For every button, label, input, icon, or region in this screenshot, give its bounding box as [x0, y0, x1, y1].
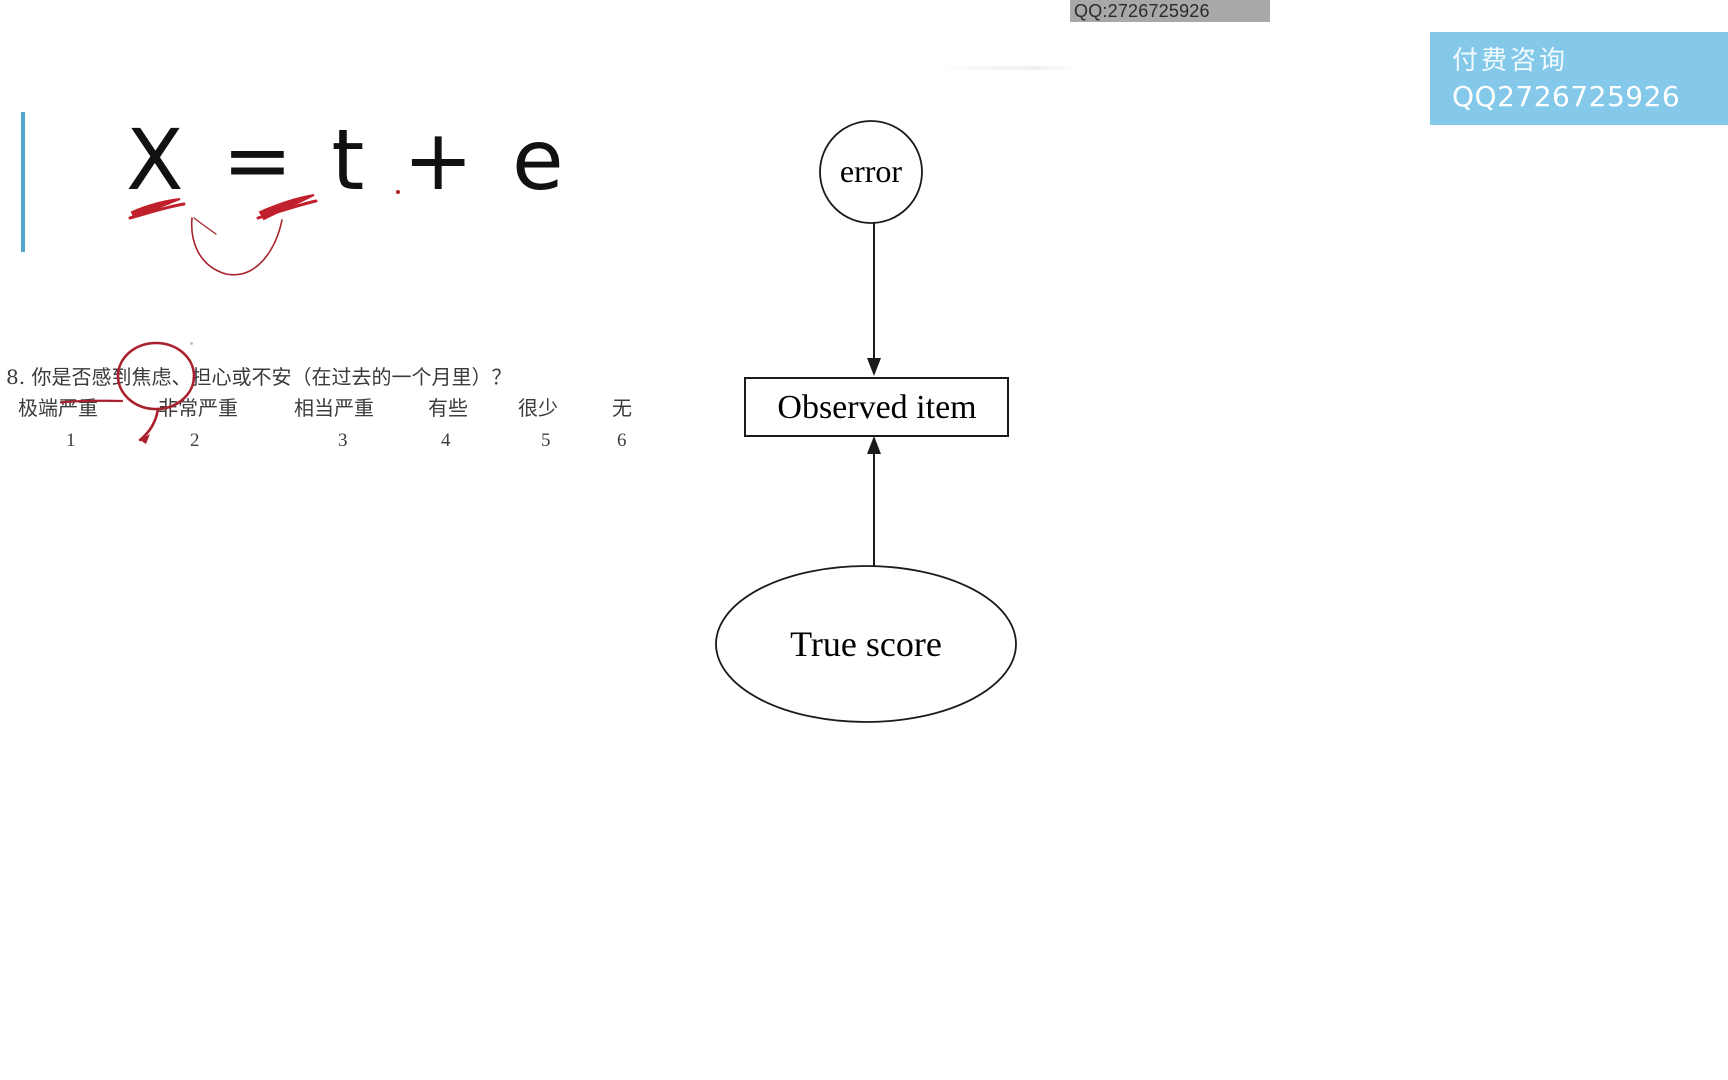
option-number[interactable]: 6: [617, 426, 627, 456]
option-label[interactable]: 无: [612, 392, 632, 424]
option-number[interactable]: 3: [338, 426, 348, 456]
option-label[interactable]: 有些: [428, 392, 468, 424]
questionnaire-block: 8. 你是否感到焦虑、担心或不安（在过去的一个月里）？ 极端严重 非常严重 相当严重…: [0, 362, 680, 458]
option-label[interactable]: 很少: [518, 392, 558, 424]
paid-consult-qq: QQ2726725926: [1452, 80, 1681, 113]
paid-consult-badge: 付费咨询 QQ2726725926: [1430, 32, 1728, 125]
option-number[interactable]: 1: [66, 426, 76, 456]
option-labels-row: 极端严重 非常严重 相当严重 有些 很少 无: [0, 392, 680, 426]
accent-bar: [21, 112, 25, 252]
option-label[interactable]: 极端严重: [18, 392, 98, 424]
equation-ink-dot: [396, 190, 400, 194]
measurement-model-diagram: error Observed item True score: [700, 100, 1060, 740]
option-number[interactable]: 4: [441, 426, 451, 456]
option-numbers-row: 1 2 3 4 5 6: [0, 426, 680, 458]
paid-consult-label: 付费咨询: [1452, 46, 1569, 76]
true-score-node-label: True score: [790, 624, 942, 664]
faint-artifact-line: [938, 66, 1078, 70]
questionnaire-ink-dot: [190, 342, 193, 345]
option-number[interactable]: 5: [541, 426, 551, 456]
equation-text: X = t + e: [126, 111, 570, 209]
observed-item-node-label: Observed item: [777, 389, 976, 426]
question-text: 8. 你是否感到焦虑、担心或不安（在过去的一个月里）？: [6, 365, 512, 389]
option-label[interactable]: 相当严重: [294, 392, 374, 424]
error-to-observed-arrowhead: [867, 358, 881, 376]
option-number[interactable]: 2: [190, 426, 200, 456]
true-to-observed-arrowhead: [867, 436, 881, 454]
error-node-label: error: [840, 153, 903, 189]
qq-top-watermark: QQ:2726725926: [1070, 0, 1270, 22]
option-label[interactable]: 非常严重: [158, 392, 238, 424]
